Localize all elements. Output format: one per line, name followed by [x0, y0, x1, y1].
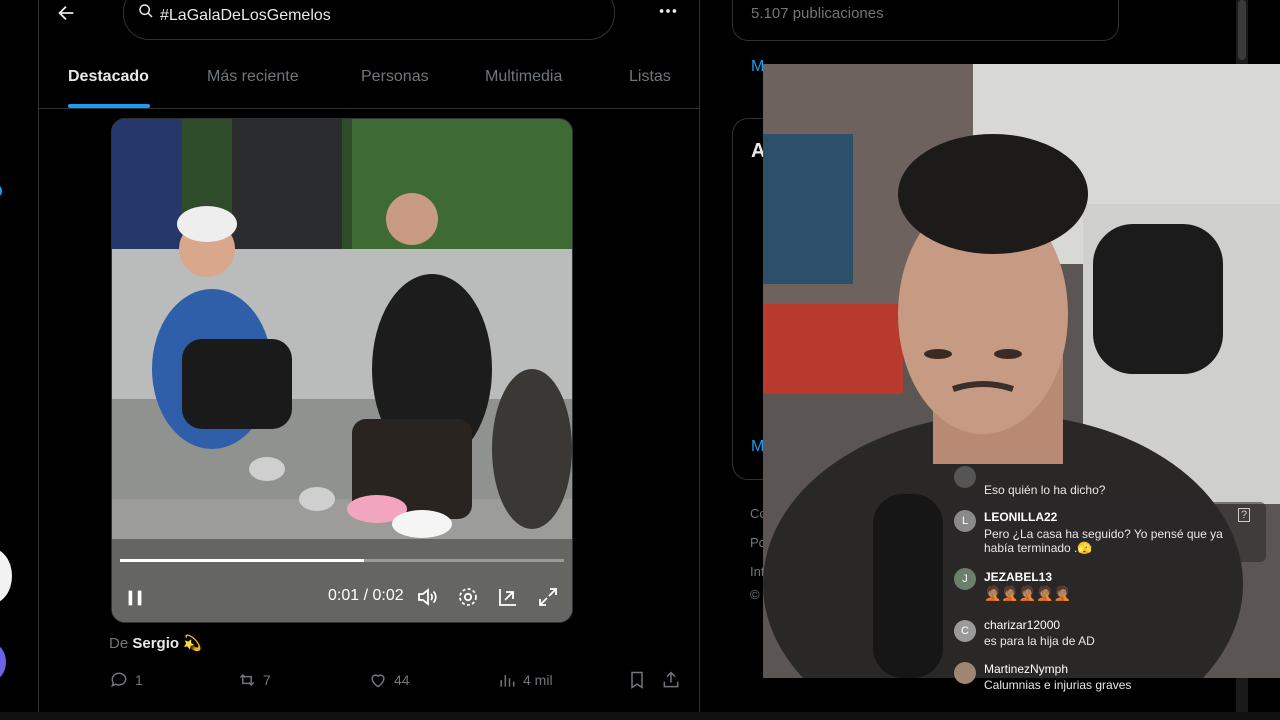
video-frame: [112, 119, 572, 622]
reply-count: 1: [135, 672, 143, 688]
chat-message: L LEONILLA22 Pero ¿La casa ha seguido? Y…: [946, 502, 1266, 562]
volume-icon: [418, 588, 437, 606]
fullscreen-icon: [539, 588, 557, 606]
credit-author[interactable]: Sergio: [132, 635, 179, 652]
like-button[interactable]: 44: [368, 670, 410, 690]
bottom-taskbar-strip: [0, 712, 1280, 720]
bar-chart-icon: [500, 675, 515, 687]
edge-avatar-purple: [0, 644, 6, 680]
chat-avatar: [954, 466, 976, 488]
chat-avatar: [954, 662, 976, 684]
footer-copyright: ©: [750, 587, 760, 602]
edge-avatar-white: [0, 548, 12, 604]
pause-button[interactable]: [124, 587, 146, 614]
search-header: #LaGalaDeLosGemelos Destacado Más recien…: [39, 0, 699, 109]
repost-icon: [239, 673, 255, 687]
fullscreen-button[interactable]: [536, 585, 560, 614]
bookmark-icon: [631, 671, 643, 689]
chat-text: 🤦🏽🤦🏽🤦🏽🤦🏽🤦🏽: [984, 585, 1072, 601]
repost-count: 7: [263, 672, 271, 688]
search-results-column: #LaGalaDeLosGemelos Destacado Más recien…: [38, 0, 700, 720]
active-tab-indicator: [68, 104, 150, 108]
search-icon: [139, 4, 153, 18]
tab-mas-reciente[interactable]: Más reciente: [207, 68, 299, 86]
publication-count: 5.107 publicaciones: [751, 5, 884, 22]
pause-icon: [128, 590, 142, 606]
picture-in-picture-button[interactable]: [496, 585, 520, 614]
stream-chat: Eso quién lo ha dicho? L LEONILLA22 Pero…: [946, 466, 1266, 720]
video-time: 0:01 / 0:02: [328, 587, 404, 605]
reply-button[interactable]: 1: [109, 670, 143, 690]
chat-username: charizar12000: [984, 618, 1061, 632]
search-input[interactable]: #LaGalaDeLosGemelos: [123, 0, 615, 40]
tab-listas[interactable]: Listas: [629, 68, 671, 86]
video-progress-fill: [120, 559, 365, 562]
tab-personas[interactable]: Personas: [361, 68, 429, 86]
chat-text: es para la hija de AD: [984, 634, 1095, 648]
share-icon: [663, 671, 679, 688]
time-separator: /: [363, 587, 369, 604]
chat-avatar: C: [954, 620, 976, 642]
volume-button[interactable]: [416, 585, 440, 614]
view-count: 4 mil: [523, 672, 553, 688]
scrollbar-thumb[interactable]: [1238, 0, 1246, 60]
video-progress-bar[interactable]: [120, 559, 564, 562]
edge-dot-blue: [0, 186, 2, 196]
video-player[interactable]: 0:01 / 0:02: [111, 118, 573, 623]
credit-emoji: 💫: [183, 635, 202, 652]
share-button[interactable]: [661, 670, 681, 690]
chat-username: MartinezNymph: [984, 662, 1069, 676]
more-options-button[interactable]: [657, 0, 679, 28]
time-current: 0:01: [328, 587, 360, 604]
gear-icon: [459, 588, 477, 606]
chat-username: JEZABEL13: [984, 570, 1053, 584]
repost-button[interactable]: 7: [237, 670, 271, 690]
search-query: #LaGalaDeLosGemelos: [160, 7, 331, 24]
like-count: 44: [394, 672, 410, 688]
views-button[interactable]: 4 mil: [497, 670, 553, 690]
arrow-left-icon: [58, 5, 74, 21]
chat-text: Calumnias e injurias graves: [984, 678, 1132, 692]
reply-icon: [111, 672, 127, 688]
credit-prefix: De: [109, 635, 129, 652]
chat-text: Pero ¿La casa ha seguido? Yo pensé que y…: [984, 527, 1223, 555]
picture-in-picture-icon: [499, 589, 516, 606]
back-button[interactable]: [55, 2, 79, 26]
heart-icon: [371, 674, 385, 688]
tab-multimedia[interactable]: Multimedia: [485, 68, 562, 86]
help-icon[interactable]: ?: [1238, 508, 1250, 522]
time-total: 0:02: [372, 587, 404, 604]
tab-destacado[interactable]: Destacado: [68, 68, 149, 86]
more-dots-icon: [659, 9, 677, 13]
bookmark-button[interactable]: [627, 670, 647, 690]
settings-button[interactable]: [456, 585, 480, 614]
video-credit: De Sergio 💫: [109, 634, 202, 652]
chat-avatar: L: [954, 510, 976, 532]
chat-avatar: J: [954, 568, 976, 590]
chat-username: LEONILLA22: [984, 510, 1058, 524]
chat-text: Eso quién lo ha dicho?: [984, 483, 1106, 497]
